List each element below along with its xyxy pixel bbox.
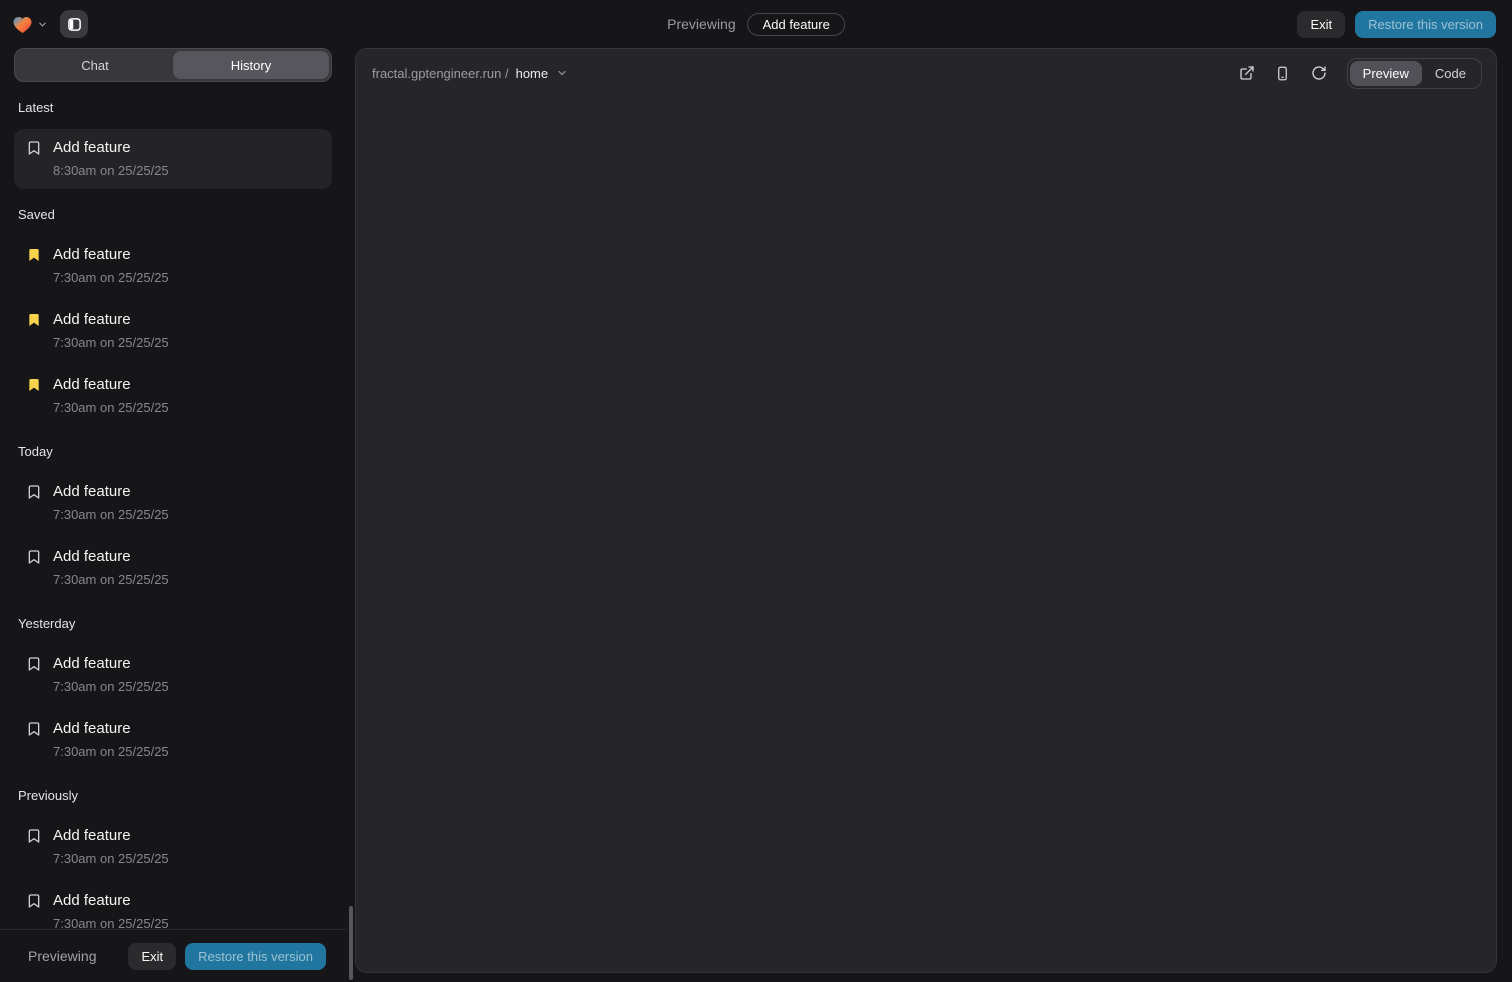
url-page-label: home [516,66,549,81]
sidebar-tabs: Chat History [14,48,332,82]
history-item-time: 7:30am on 25/25/25 [53,915,169,929]
refresh-button[interactable] [1305,59,1333,87]
bookmark-outline-icon[interactable] [26,828,42,844]
heart-logo-icon [12,15,33,34]
panel-left-icon [67,17,82,32]
preview-header: fractal.gptengineer.run / home [356,49,1496,97]
refresh-icon [1311,65,1327,81]
history-item[interactable]: Add feature 7:30am on 25/25/25 [14,301,332,361]
history-item[interactable]: Add feature 7:30am on 25/25/25 [14,710,332,770]
section-label-saved: Saved [18,207,328,222]
history-item-time: 7:30am on 25/25/25 [53,850,169,868]
sidebar-toggle-button[interactable] [60,10,88,38]
history-sidebar: Chat History Latest Add feature 8:30am o… [0,48,346,982]
tab-history[interactable]: History [173,51,329,79]
previewing-status-label: Previewing [667,16,735,32]
history-item-title: Add feature [53,310,169,330]
top-bar: Previewing Add feature Exit Restore this… [0,0,1512,48]
history-list: Latest Add feature 8:30am on 25/25/25 Sa… [0,82,346,929]
history-item[interactable]: Add feature 7:30am on 25/25/25 [14,366,332,426]
history-item-title: Add feature [53,719,169,739]
bookmark-filled-icon[interactable] [26,312,42,328]
version-badge[interactable]: Add feature [748,13,845,36]
history-item[interactable]: Add feature 7:30am on 25/25/25 [14,645,332,705]
preview-panel: fractal.gptengineer.run / home [355,48,1497,973]
history-item-time: 8:30am on 25/25/25 [53,162,169,180]
sidebar-scrollbar-thumb[interactable] [349,906,353,980]
url-domain-label: fractal.gptengineer.run / [372,66,509,81]
chevron-down-icon [556,67,568,79]
bookmark-outline-icon[interactable] [26,549,42,565]
history-item[interactable]: Add feature 7:30am on 25/25/25 [14,817,332,877]
toggle-code[interactable]: Code [1422,61,1479,86]
history-item[interactable]: Add feature 7:30am on 25/25/25 [14,236,332,296]
history-item-time: 7:30am on 25/25/25 [53,571,169,589]
smartphone-icon [1275,66,1290,81]
bookmark-outline-icon[interactable] [26,484,42,500]
history-item-title: Add feature [53,375,169,395]
external-link-icon [1239,65,1255,81]
history-item-title: Add feature [53,482,169,502]
history-item-title: Add feature [53,245,169,265]
bookmark-outline-icon[interactable] [26,140,42,156]
history-item-time: 7:30am on 25/25/25 [53,334,169,352]
preview-code-toggle: Preview Code [1347,58,1482,89]
chevron-down-icon [37,19,48,30]
bookmark-outline-icon[interactable] [26,721,42,737]
history-item-time: 7:30am on 25/25/25 [53,269,169,287]
history-item-title: Add feature [53,891,169,911]
history-item[interactable]: Add feature 7:30am on 25/25/25 [14,473,332,533]
history-item-time: 7:30am on 25/25/25 [53,678,169,696]
bookmark-filled-icon[interactable] [26,247,42,263]
history-item[interactable]: Add feature 7:30am on 25/25/25 [14,882,332,929]
history-item-title: Add feature [53,547,169,567]
restore-version-button[interactable]: Restore this version [1355,11,1496,38]
history-item-time: 7:30am on 25/25/25 [53,506,169,524]
history-item-time: 7:30am on 25/25/25 [53,399,169,417]
section-label-previously: Previously [18,788,328,803]
app-logo-menu[interactable] [12,15,48,34]
history-item[interactable]: Add feature 8:30am on 25/25/25 [14,129,332,189]
history-item-title: Add feature [53,826,169,846]
bookmark-filled-icon[interactable] [26,377,42,393]
sidebar-footer: Previewing Exit Restore this version [0,929,346,982]
history-item[interactable]: Add feature 7:30am on 25/25/25 [14,538,332,598]
section-label-latest: Latest [18,100,328,115]
history-item-title: Add feature [53,654,169,674]
section-label-today: Today [18,444,328,459]
tab-chat[interactable]: Chat [17,51,173,79]
mobile-view-button[interactable] [1269,59,1297,87]
footer-exit-button[interactable]: Exit [128,943,176,970]
preview-viewport[interactable] [356,97,1496,972]
history-item-time: 7:30am on 25/25/25 [53,743,169,761]
url-route-dropdown[interactable]: fractal.gptengineer.run / home [372,66,568,81]
bookmark-outline-icon[interactable] [26,893,42,909]
toggle-preview[interactable]: Preview [1350,61,1422,86]
footer-restore-version-button[interactable]: Restore this version [185,943,326,970]
history-item-title: Add feature [53,138,169,158]
open-in-new-tab-button[interactable] [1233,59,1261,87]
footer-previewing-label: Previewing [28,948,96,964]
exit-button[interactable]: Exit [1297,11,1345,38]
section-label-yesterday: Yesterday [18,616,328,631]
bookmark-outline-icon[interactable] [26,656,42,672]
